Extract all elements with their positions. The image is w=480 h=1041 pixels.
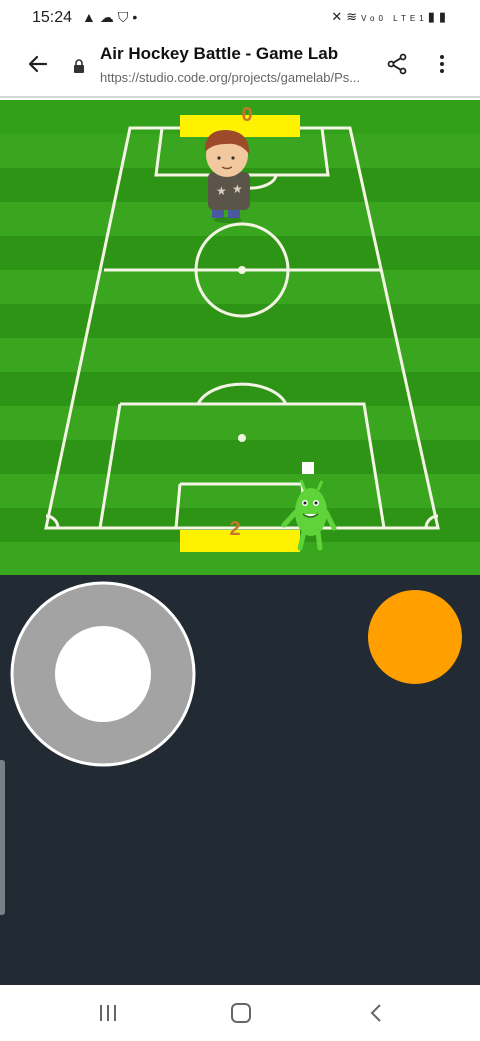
- edge-panel-handle[interactable]: [0, 760, 5, 915]
- page-title: Air Hockey Battle - Game Lab: [100, 44, 339, 63]
- shield-icon: ⛉: [117, 9, 133, 25]
- bottom-score: 2: [229, 518, 241, 540]
- share-icon[interactable]: [385, 52, 409, 76]
- opponent-character: ★ ★: [204, 130, 250, 223]
- svg-text:★: ★: [216, 184, 227, 198]
- status-bar: 15:24 ▲☁⛉• ✕≋Vo0 LTE1▮▮: [0, 0, 480, 36]
- mute-icon: ✕: [331, 9, 347, 24]
- joystick-knob[interactable]: [55, 626, 151, 722]
- url-text[interactable]: https://studio.code.org/projects/gamelab…: [100, 70, 385, 85]
- svg-text:★: ★: [232, 182, 243, 196]
- lock-icon[interactable]: [72, 58, 86, 74]
- lte-icon: Vo0 LTE1: [361, 14, 428, 23]
- more-options-icon[interactable]: [430, 52, 454, 76]
- controls-panel: [0, 575, 480, 985]
- dot-icon: •: [132, 9, 142, 25]
- back-nav-icon[interactable]: [368, 1002, 384, 1024]
- status-time: 15:24: [32, 9, 73, 26]
- system-nav-bar: [0, 985, 480, 1041]
- back-arrow-icon[interactable]: [26, 52, 50, 76]
- browser-toolbar: Air Hockey Battle - Game Lab https://stu…: [0, 36, 480, 98]
- center-spot: [238, 266, 246, 274]
- status-left-icons: ▲☁⛉•: [82, 9, 141, 26]
- game-canvas[interactable]: ★ ★ 0 2: [0, 100, 480, 575]
- battery-icon: ▮: [438, 9, 450, 24]
- home-icon[interactable]: [230, 1002, 252, 1024]
- warning-icon: ▲: [82, 9, 100, 25]
- puck: [302, 462, 314, 474]
- action-button[interactable]: [368, 590, 462, 684]
- penalty-spot: [238, 434, 246, 442]
- signal-icon: ▮: [427, 9, 439, 24]
- top-score: 0: [241, 104, 253, 126]
- recent-apps-icon[interactable]: [96, 1003, 120, 1023]
- wifi-icon: ≋: [346, 9, 362, 24]
- status-right-icons: ✕≋Vo0 LTE1▮▮: [331, 9, 450, 25]
- soccer-field: ★ ★: [0, 100, 480, 575]
- cloud-icon: ☁: [99, 9, 118, 25]
